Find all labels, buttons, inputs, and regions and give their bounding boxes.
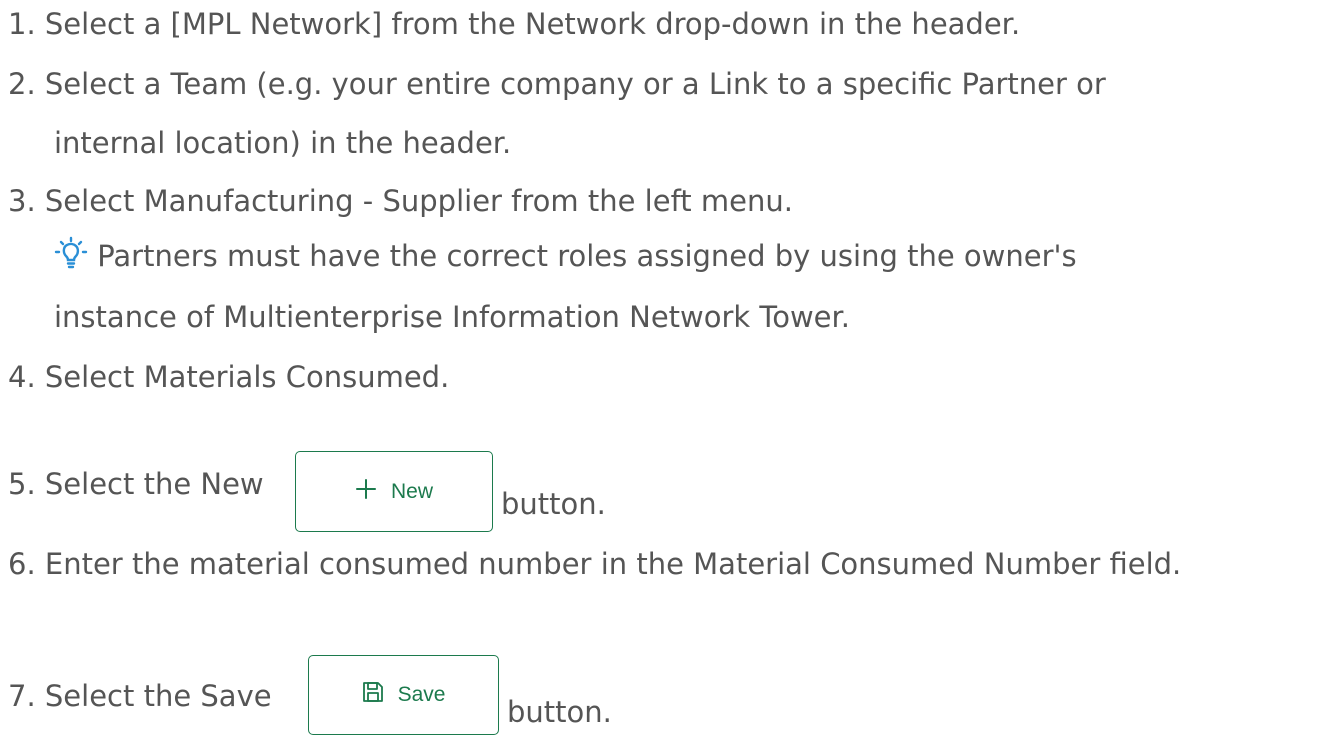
save-button[interactable]: Save: [308, 655, 499, 735]
step-1-text: Select a [MPL Network] from the Network …: [44, 7, 1021, 41]
step-5-text-before: Select the New: [44, 467, 264, 501]
tip-line-1: Partners must have the correct roles ass…: [54, 236, 1077, 276]
step-2-text: Select a Team (e.g. your entire company …: [44, 67, 1106, 101]
step-1: 1. Select a [MPL Network] from the Netwo…: [8, 4, 1020, 44]
step-4-number: 4.: [8, 360, 36, 394]
step-1-number: 1.: [8, 7, 36, 41]
step-5-number: 5.: [8, 467, 36, 501]
tip-text-1: Partners must have the correct roles ass…: [97, 239, 1077, 273]
step-5-text-after: button.: [501, 487, 606, 521]
step-4-text: Select Materials Consumed.: [44, 360, 450, 394]
step-5: 5. Select the New: [8, 464, 264, 504]
step-3-text: Select Manufacturing - Supplier from the…: [44, 184, 793, 218]
step-4: 4. Select Materials Consumed.: [8, 357, 449, 397]
new-button[interactable]: New: [295, 451, 493, 532]
lightbulb-icon: [54, 236, 88, 270]
step-6: 6. Enter the material consumed number in…: [8, 544, 1181, 584]
new-button-label: New: [390, 479, 433, 503]
plus-icon: [355, 478, 377, 506]
step-7-number: 7.: [8, 679, 36, 713]
floppy-disk-icon: [362, 681, 384, 709]
step-7: 7. Select the Save: [8, 676, 272, 716]
step-3: 3. Select Manufacturing - Supplier from …: [8, 181, 793, 221]
step-2-continuation: internal location) in the header.: [54, 126, 512, 160]
step-7-text-after: button.: [507, 695, 612, 729]
step-6-number: 6.: [8, 547, 36, 581]
step-7-text-before: Select the Save: [44, 679, 272, 713]
step-2-number: 2.: [8, 67, 36, 101]
save-button-label: Save: [397, 683, 446, 706]
step-6-text: Enter the material consumed number in th…: [44, 547, 1182, 581]
step-2: 2. Select a Team (e.g. your entire compa…: [8, 64, 1106, 104]
step-3-number: 3.: [8, 184, 36, 218]
tip-line-2: instance of Multienterprise Information …: [54, 300, 850, 334]
